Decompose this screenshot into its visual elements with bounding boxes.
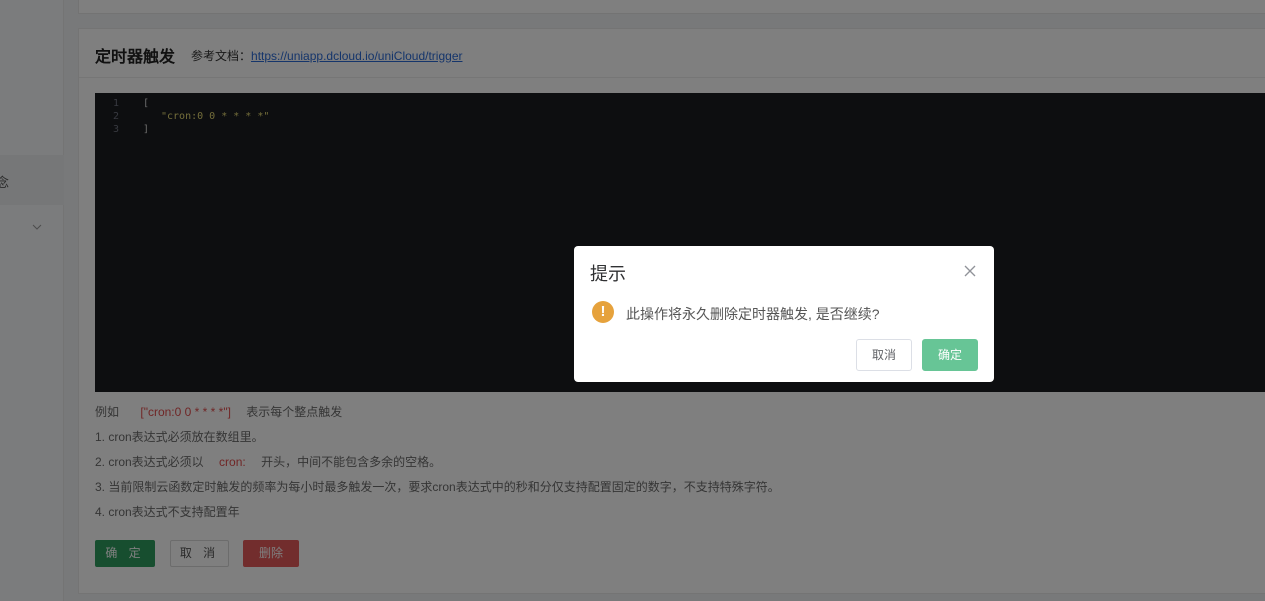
- confirm-dialog: 提示 ! 此操作将永久删除定时器触发, 是否继续? 取消 确定: [574, 246, 994, 382]
- warning-icon: !: [592, 301, 614, 323]
- dialog-title: 提示: [590, 264, 626, 284]
- dialog-confirm-button[interactable]: 确定: [922, 339, 978, 371]
- dialog-message: 此操作将永久删除定时器触发, 是否继续?: [626, 306, 880, 322]
- dialog-cancel-button[interactable]: 取消: [856, 339, 912, 371]
- close-icon[interactable]: [963, 264, 977, 278]
